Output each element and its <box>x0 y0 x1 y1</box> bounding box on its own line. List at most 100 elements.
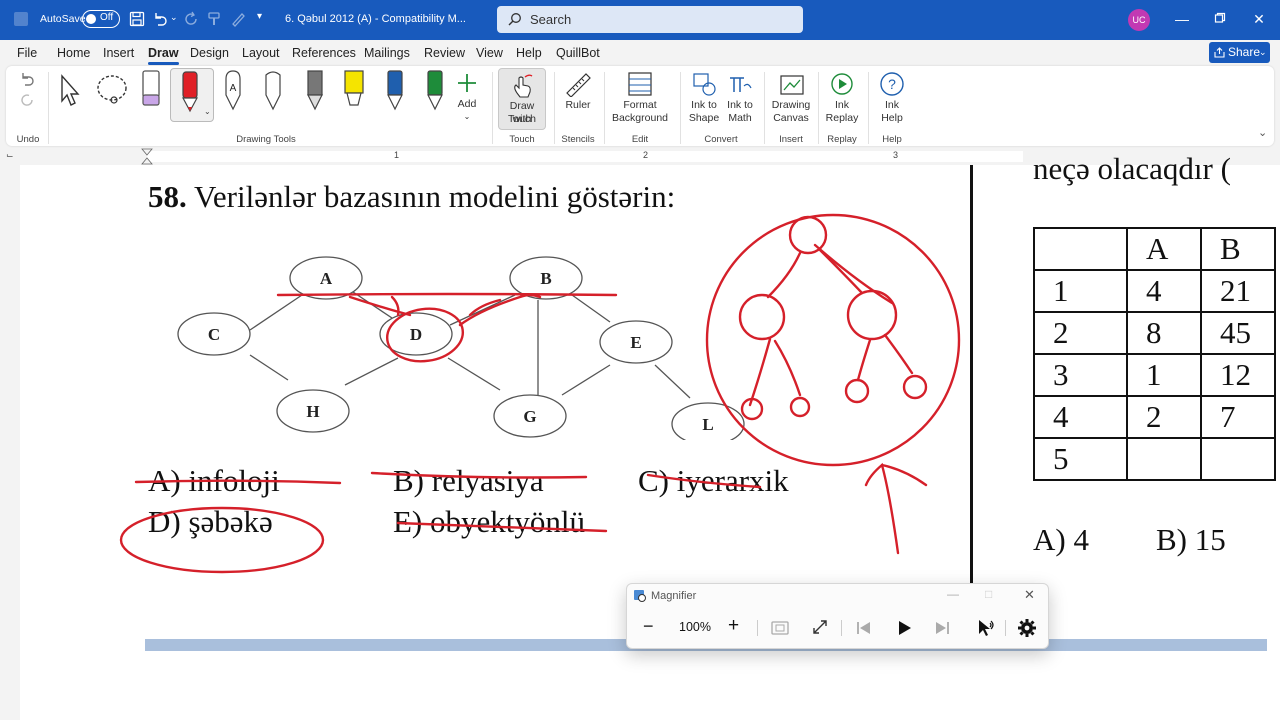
tab-draw[interactable]: Draw <box>148 46 179 65</box>
save-icon[interactable] <box>128 10 146 28</box>
pen-quick-icon[interactable] <box>229 10 247 28</box>
avatar[interactable]: UC <box>1128 9 1150 31</box>
ink-to-math-icon[interactable] <box>726 70 754 98</box>
play-icon[interactable] <box>895 619 913 637</box>
pen-dropdown-icon[interactable]: ⌄ <box>204 107 211 116</box>
tab-mailings[interactable]: Mailings <box>364 46 410 60</box>
restore-icon[interactable] <box>1211 10 1229 28</box>
mag-minimize-icon[interactable]: — <box>947 587 959 601</box>
redo-icon[interactable] <box>182 10 200 28</box>
format-background-icon[interactable] <box>626 70 654 98</box>
magnifier-app-icon <box>634 590 646 602</box>
zoom-out-icon[interactable]: − <box>643 616 654 637</box>
table-cell: 2 <box>1033 311 1128 355</box>
table-cell: A <box>1126 227 1202 271</box>
undo-ribbon-icon[interactable] <box>18 70 36 88</box>
tab-review[interactable]: Review <box>424 46 465 60</box>
zoom-in-icon[interactable]: + <box>728 615 739 637</box>
tab-design[interactable]: Design <box>190 46 229 60</box>
lasso-select-icon[interactable] <box>94 73 130 107</box>
drawing-canvas-icon[interactable] <box>778 70 806 98</box>
read-from-here-icon[interactable] <box>975 618 995 638</box>
divider <box>757 620 758 636</box>
drawing-canvas-label-2[interactable]: Canvas <box>768 112 814 125</box>
add-pen-dropdown-icon[interactable]: ⌄ <box>452 110 482 123</box>
tab-file[interactable]: File <box>17 46 37 60</box>
tab-stop-icon[interactable]: ⌙ <box>6 150 14 161</box>
customize-toolbar-icon[interactable]: ▾ <box>257 11 262 22</box>
indent-marker-icon[interactable] <box>140 148 154 165</box>
ink-to-math-label-2[interactable]: Math <box>722 112 758 125</box>
ink-replay-label-2[interactable]: Replay <box>822 112 862 125</box>
screen-view-icon[interactable] <box>771 620 789 636</box>
share-button[interactable]: Share ⌄ <box>1209 42 1270 63</box>
ink-arrow-head <box>880 463 928 487</box>
drawing-canvas-label-1[interactable]: Drawing <box>768 99 814 112</box>
tab-references[interactable]: References <box>292 46 356 60</box>
add-pen-icon[interactable] <box>456 72 478 94</box>
table-cell: 45 <box>1200 311 1276 355</box>
ruler-active-area <box>147 151 1023 162</box>
pen-green-icon[interactable] <box>424 69 446 113</box>
ink-help-label-1[interactable]: Ink <box>872 99 912 112</box>
minimize-icon[interactable]: — <box>1173 10 1191 28</box>
ink-to-shape-label-2[interactable]: Shape <box>686 112 722 125</box>
ink-to-math-label-1[interactable]: Ink to <box>722 99 758 112</box>
tab-quillbot[interactable]: QuillBot <box>556 46 600 60</box>
pen-blue-icon[interactable] <box>384 69 406 113</box>
divider <box>818 72 819 144</box>
search-box[interactable]: Search <box>497 6 803 33</box>
mag-maximize-icon[interactable]: □ <box>985 587 992 601</box>
share-dropdown-icon[interactable]: ⌄ <box>1259 42 1267 63</box>
title-bar: AutoSave Off ⌄ ▾ 6. Qəbul 2012 (A) - Com… <box>0 0 1280 40</box>
ink-help-label-2[interactable]: Help <box>872 112 912 125</box>
ink-to-shape-label-1[interactable]: Ink to <box>686 99 722 112</box>
mag-close-icon[interactable]: ✕ <box>1024 587 1035 603</box>
close-icon[interactable]: ✕ <box>1250 10 1268 28</box>
eraser-icon[interactable] <box>140 69 162 109</box>
format-background-label-2[interactable]: Background <box>606 112 674 125</box>
pen-white-icon[interactable] <box>262 69 284 113</box>
undo-icon[interactable] <box>151 10 169 28</box>
format-background-label-1[interactable]: Format <box>606 99 674 112</box>
ink-to-shape-icon[interactable] <box>690 70 718 98</box>
undo-dropdown-icon[interactable]: ⌄ <box>170 12 178 23</box>
ink-help-icon[interactable]: ? <box>878 70 906 98</box>
collapse-ribbon-icon[interactable]: ⌄ <box>1258 126 1267 139</box>
ruler-icon[interactable] <box>564 71 592 97</box>
format-painter-icon[interactable] <box>206 10 224 28</box>
ink-replay-icon[interactable] <box>828 70 856 98</box>
previous-paragraph-icon[interactable] <box>855 620 873 636</box>
share-label: Share <box>1228 45 1261 59</box>
tab-home[interactable]: Home <box>57 46 90 60</box>
draw-with-touch-button[interactable]: Draw with Touch <box>498 68 546 130</box>
tab-insert[interactable]: Insert <box>103 46 134 60</box>
tab-view[interactable]: View <box>476 46 503 60</box>
autosave-toggle[interactable]: Off <box>82 10 120 28</box>
next-paragraph-icon[interactable] <box>933 620 951 636</box>
settings-gear-icon[interactable] <box>1017 618 1037 638</box>
ink-annotations <box>119 213 961 574</box>
red-pen-selected[interactable]: ⌄ <box>170 68 214 122</box>
ink-edge <box>856 338 872 382</box>
table-row: 3 1 12 <box>1033 353 1276 397</box>
select-cursor-icon[interactable] <box>56 73 82 109</box>
column-divider <box>970 165 973 585</box>
search-placeholder: Search <box>530 12 572 27</box>
ruler-label[interactable]: Ruler <box>558 99 598 112</box>
table-cell: B <box>1200 227 1276 271</box>
redo-ribbon-icon[interactable] <box>18 91 36 109</box>
fullscreen-view-icon[interactable] <box>811 618 829 636</box>
ink-edge <box>773 339 802 397</box>
ink-replay-label-1[interactable]: Ink <box>822 99 862 112</box>
pen-black-text-icon[interactable]: A <box>222 69 244 113</box>
divider <box>680 72 681 144</box>
tab-layout[interactable]: Layout <box>242 46 280 60</box>
divider <box>868 72 869 144</box>
tab-help[interactable]: Help <box>516 46 542 60</box>
share-icon <box>1214 47 1225 58</box>
highlighter-yellow-icon[interactable] <box>342 69 366 113</box>
divider <box>48 72 49 144</box>
table-row: 4 2 7 <box>1033 395 1276 439</box>
pencil-gray-icon[interactable] <box>304 69 326 113</box>
